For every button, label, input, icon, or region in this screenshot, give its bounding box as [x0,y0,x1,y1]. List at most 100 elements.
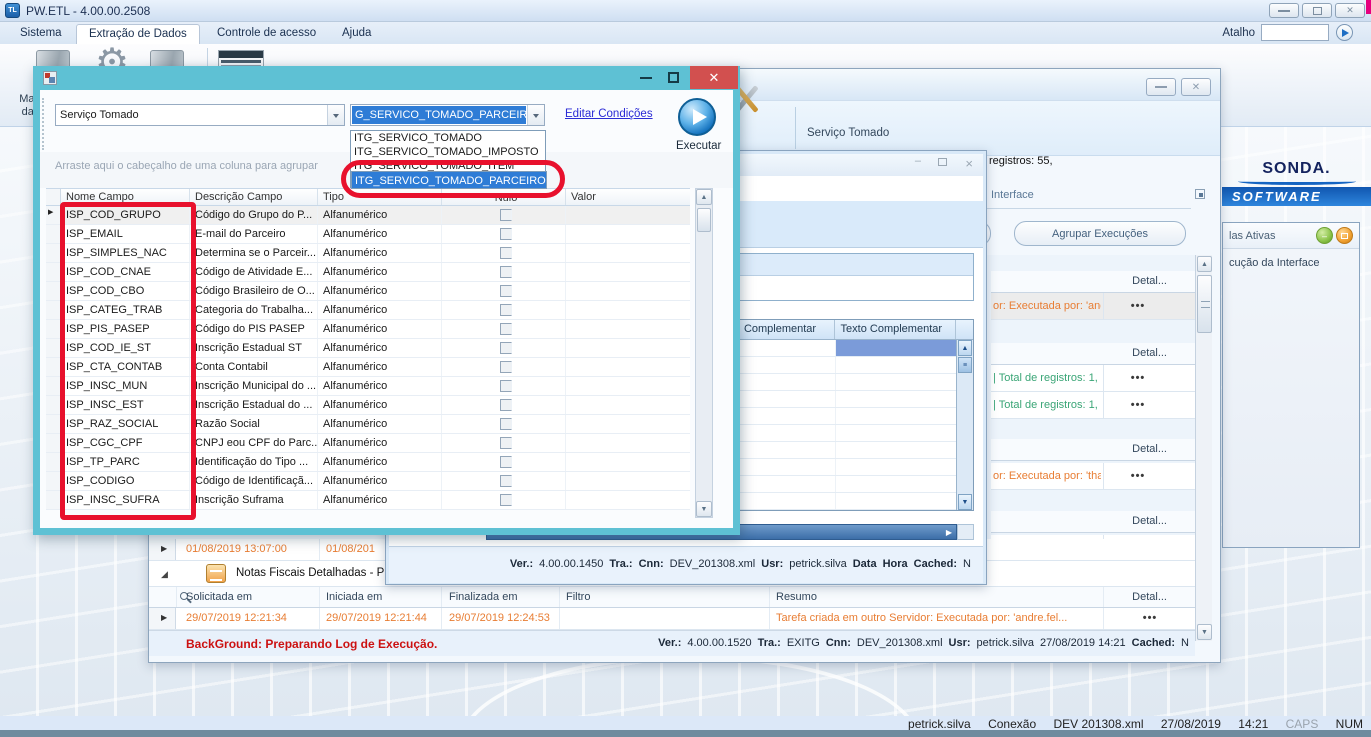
complementar-cell[interactable] [739,357,836,373]
atalho-go-button[interactable] [1336,24,1353,41]
scroll-thumb[interactable] [1197,275,1212,333]
nulo-checkbox[interactable] [500,475,512,487]
detal-column-header[interactable]: Detal... [991,511,1195,533]
scroll-right-icon[interactable]: ▶ [946,528,952,537]
execution-row[interactable]: | Total de registros: 1, Proces... ••• [991,392,1195,419]
restore-panel-icon[interactable] [1336,227,1353,244]
minimize-icon[interactable]: – [915,155,921,167]
nulo-checkbox[interactable] [500,247,512,259]
dropdown-item[interactable]: ITG_SERVICO_TOMADO_IMPOSTO [351,145,545,159]
scroll-up-icon[interactable]: ▲ [958,340,972,356]
texto-complementar-cell[interactable] [836,374,958,390]
fields-scrollbar[interactable]: ▲ ▼ [695,188,713,518]
scroll-thumb[interactable] [697,208,711,232]
valor-cell[interactable] [566,377,690,395]
nulo-checkbox[interactable] [500,342,512,354]
nulo-checkbox[interactable] [500,266,512,278]
complementar-cell[interactable] [739,459,836,475]
texto-complementar-cell[interactable] [836,476,958,492]
texto-complementar-cell[interactable] [836,357,958,373]
valor-cell[interactable] [566,434,690,452]
complementar-cell[interactable] [739,493,836,509]
column-header-valor[interactable]: Valor [566,189,690,205]
texto-complementar-cell[interactable] [836,459,958,475]
tab-sistema[interactable]: Sistema [8,24,74,44]
texto-complementar-cell[interactable] [836,425,958,441]
atalho-input[interactable] [1261,24,1329,41]
close-button[interactable]: ✕ [1181,78,1211,96]
execution-row[interactable]: or: Executada por: 'andre.fel... ••• [991,293,1195,320]
detail-ellipsis-button[interactable]: ••• [1115,372,1161,384]
group-expander-icon[interactable]: ◢ [161,569,168,580]
table-combobox[interactable]: G_SERVICO_TOMADO_PARCEIRO [350,104,545,126]
grid-column-header[interactable]: Resumo [776,591,817,603]
valor-cell[interactable] [566,415,690,433]
agrupar-execucoes-button[interactable]: Agrupar Execuções [1014,221,1186,246]
close-button[interactable]: ✕ [1335,3,1365,18]
scroll-thumb[interactable]: ≡ [958,357,972,373]
detail-ellipsis-button[interactable]: ••• [1115,399,1161,411]
executar-icon[interactable] [678,98,716,136]
valor-cell[interactable] [566,358,690,376]
column-header-desc[interactable]: Descrição Campo [190,189,318,205]
valor-cell[interactable] [566,263,690,281]
minimize-button[interactable] [1269,3,1299,18]
valor-cell[interactable] [566,491,690,509]
scroll-down-icon[interactable]: ▼ [1197,624,1212,640]
nulo-checkbox[interactable] [500,209,512,221]
grid-column-header[interactable]: Solicitada em [186,591,252,603]
tab-ajuda[interactable]: Ajuda [330,24,383,44]
complementar-cell[interactable] [739,442,836,458]
scroll-up-icon[interactable]: ▲ [696,189,712,205]
scroll-down-icon[interactable]: ▼ [958,494,972,510]
nulo-checkbox[interactable] [500,228,512,240]
detail-ellipsis-button[interactable]: ••• [1115,470,1161,482]
detail-ellipsis-button[interactable]: ••• [1115,300,1161,312]
texto-complementar-cell[interactable] [836,391,958,407]
grid-column-header[interactable]: Iniciada em [326,591,382,603]
texto-complementar-column-header[interactable]: Texto Complementar [835,320,957,339]
complementar-cell[interactable] [739,374,836,390]
execution-row[interactable]: or: Executada por: 'thales.no... ••• [991,463,1195,490]
minimize-icon[interactable] [640,77,652,79]
complementar-cell[interactable] [739,476,836,492]
valor-cell[interactable] [566,453,690,471]
complementar-cell[interactable] [739,408,836,424]
complementar-column-header[interactable]: Complementar [738,320,835,339]
complementar-cell[interactable] [739,391,836,407]
valor-cell[interactable] [566,472,690,490]
nulo-checkbox[interactable] [500,437,512,449]
texto-complementar-cell[interactable] [836,340,958,356]
nulo-checkbox[interactable] [500,494,512,506]
scroll-up-icon[interactable]: ▲ [1197,256,1212,272]
valor-cell[interactable] [566,396,690,414]
nulo-checkbox[interactable] [500,304,512,316]
editar-condicoes-link[interactable]: Editar Condições [565,108,653,120]
detal-column-header[interactable]: Detal... [991,271,1195,293]
detal-column-header[interactable]: Detal... [1132,591,1167,603]
execution-row[interactable]: ▶ 29/07/2019 12:21:34 29/07/2019 12:21:4… [149,608,1195,630]
executions-scrollbar[interactable]: ▲ ▼ [1195,255,1212,641]
maximize-icon[interactable] [938,158,947,166]
nulo-checkbox[interactable] [500,456,512,468]
nulo-checkbox[interactable] [500,361,512,373]
detal-column-header[interactable]: Detal... [991,439,1195,461]
valor-cell[interactable] [566,339,690,357]
tab-extracao-de-dados[interactable]: Extração de Dados [76,24,200,44]
interface-combobox[interactable]: Serviço Tomado [55,104,345,126]
scroll-down-icon[interactable]: ▼ [696,501,712,517]
dropdown-item[interactable]: ITG_SERVICO_TOMADO [351,131,545,145]
chevron-down-icon[interactable] [327,105,344,125]
complementar-cell[interactable] [739,425,836,441]
nulo-checkbox[interactable] [500,380,512,392]
maximize-icon[interactable] [668,72,679,83]
complementar-cell[interactable] [739,340,836,356]
collapse-icon[interactable]: – [1316,227,1333,244]
complementar-vscrollbar[interactable]: ▲ ≡ ▼ [956,340,973,510]
restore-button[interactable] [1302,3,1332,18]
detal-column-header[interactable]: Detal... [991,343,1195,365]
texto-complementar-cell[interactable] [836,442,958,458]
valor-cell[interactable] [566,206,690,224]
interface-tab-label[interactable]: Serviço Tomado [807,127,889,139]
minimize-button[interactable] [1146,78,1176,96]
